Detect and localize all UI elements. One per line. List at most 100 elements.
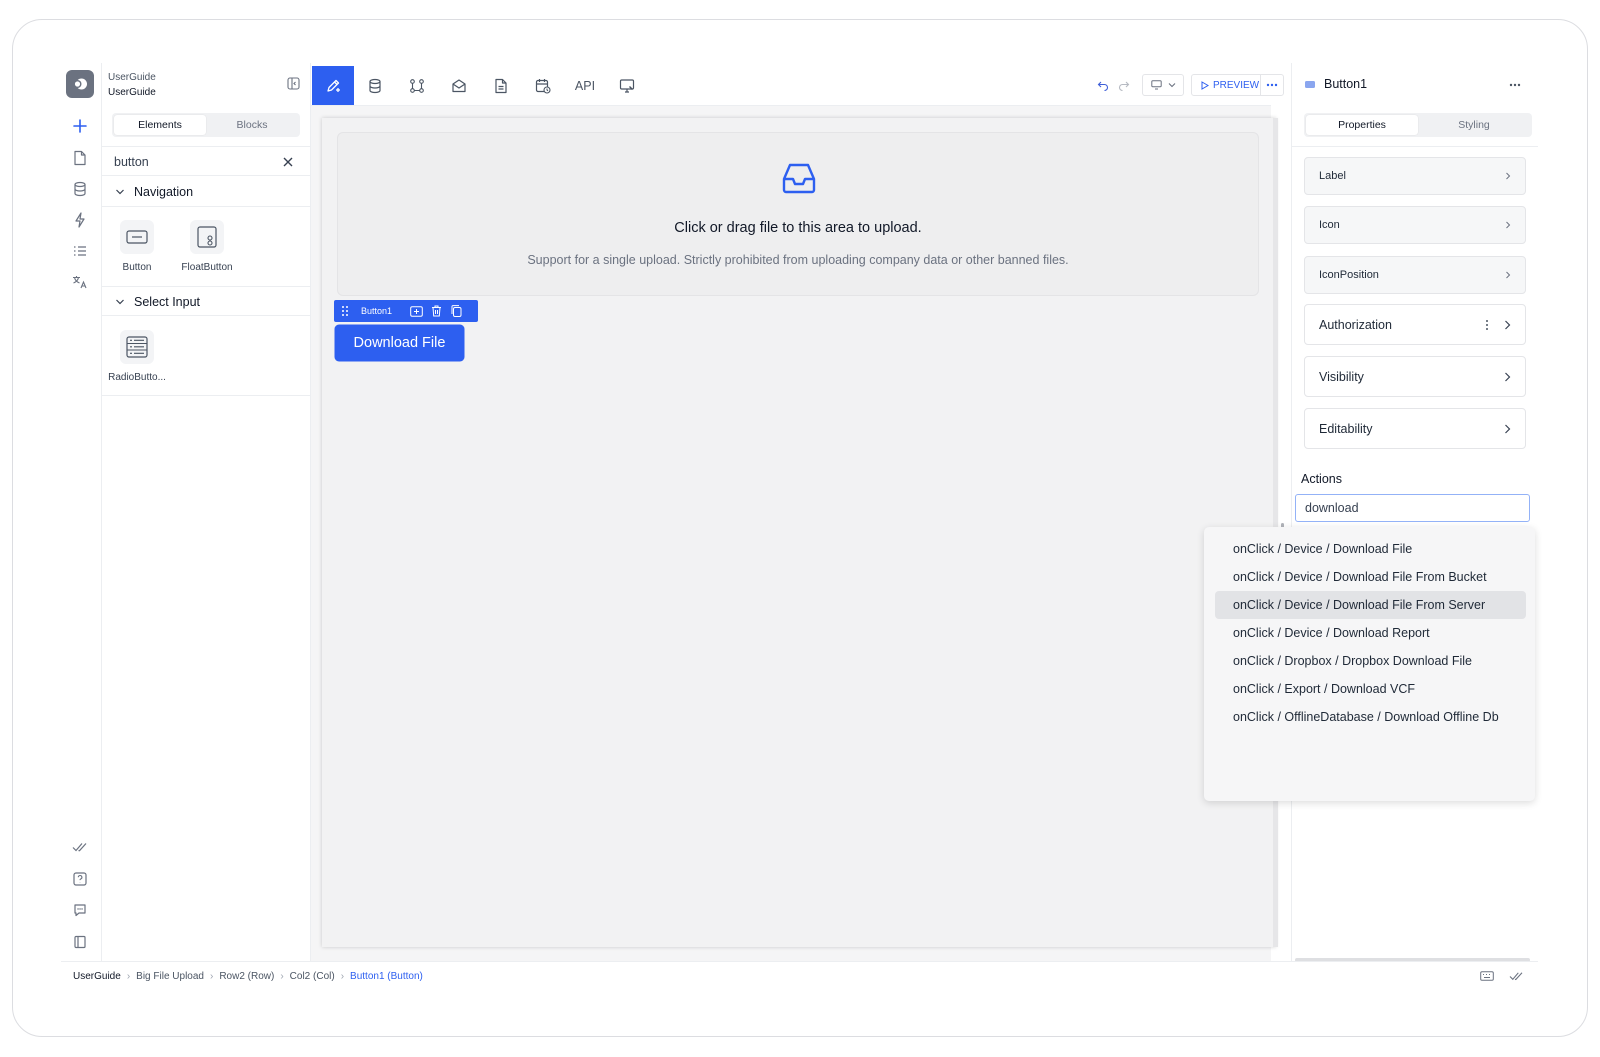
tab-elements[interactable]: Elements	[114, 115, 206, 135]
action-option[interactable]: onClick / Device / Download Report	[1215, 619, 1526, 647]
page-icon[interactable]	[70, 148, 90, 168]
check-all-icon[interactable]	[70, 837, 90, 857]
actions-search[interactable]	[1295, 494, 1530, 522]
help-icon[interactable]	[70, 869, 90, 889]
database-icon[interactable]	[70, 179, 90, 199]
chevron-right-icon: ›	[209, 971, 214, 982]
document-tool[interactable]	[480, 66, 522, 105]
action-option[interactable]: onClick / Device / Download File From Bu…	[1215, 563, 1526, 591]
prop-label[interactable]: Label	[1304, 157, 1526, 195]
comment-icon[interactable]	[70, 900, 90, 920]
redo-icon[interactable]	[1118, 79, 1130, 91]
undo-icon[interactable]	[1097, 79, 1109, 91]
book-icon[interactable]	[70, 932, 90, 952]
action-option[interactable]: onClick / Device / Download File	[1215, 535, 1526, 563]
prop-label-text: Visibility	[1319, 369, 1364, 384]
chevron-down-icon	[1168, 83, 1175, 88]
file-upload-dropzone[interactable]: Click or drag file to this area to uploa…	[337, 132, 1259, 296]
prop-editability[interactable]: Editability	[1304, 408, 1526, 449]
breadcrumb-item[interactable]: Big File Upload	[136, 971, 204, 982]
breadcrumb-item[interactable]: Col2 (Col)	[290, 971, 335, 982]
project-name: UserGuide UserGuide	[108, 70, 156, 100]
delete-icon[interactable]	[431, 305, 442, 317]
more-icon[interactable]	[1509, 83, 1521, 87]
prop-authorization[interactable]: Authorization	[1304, 304, 1526, 345]
radiobutton-component-icon	[120, 330, 154, 364]
tab-blocks[interactable]: Blocks	[206, 115, 298, 135]
section-navigation[interactable]: Navigation	[102, 177, 311, 207]
collapse-panel-icon[interactable]	[287, 77, 300, 90]
prop-label-text: Editability	[1319, 421, 1373, 436]
elements-blocks-tabs: Elements Blocks	[112, 113, 300, 137]
component-radiobutton[interactable]: RadioButto...	[102, 330, 172, 383]
selection-toolbar: Button1	[334, 300, 478, 322]
divider	[102, 395, 311, 396]
section-title: Navigation	[134, 185, 194, 199]
action-option[interactable]: onClick / OfflineDatabase / Download Off…	[1215, 703, 1526, 731]
prop-icon[interactable]: Icon	[1304, 206, 1526, 244]
section-select-input[interactable]: Select Input	[102, 286, 311, 316]
tab-properties[interactable]: Properties	[1306, 115, 1418, 135]
download-file-button[interactable]: Download File	[336, 326, 463, 360]
component-label: FloatButton	[181, 262, 233, 273]
check-all-icon[interactable]	[1509, 971, 1524, 981]
api-tool[interactable]: API	[564, 66, 606, 105]
chevron-down-icon	[115, 187, 125, 197]
properties-styling-tabs: Properties Styling	[1304, 113, 1532, 137]
translate-icon[interactable]	[70, 272, 90, 292]
action-option[interactable]: onClick / Export / Download VCF	[1215, 675, 1526, 703]
element-search[interactable]: button	[102, 146, 311, 176]
chevron-right-icon: ›	[340, 971, 345, 982]
prop-label-text: IconPosition	[1319, 269, 1379, 281]
breadcrumb-item[interactable]: Row2 (Row)	[219, 971, 274, 982]
lightning-icon[interactable]	[70, 210, 90, 230]
chevron-right-icon	[1504, 424, 1511, 434]
prop-visibility[interactable]: Visibility	[1304, 356, 1526, 397]
screen-tool[interactable]	[606, 66, 648, 105]
chevron-down-icon	[115, 297, 125, 307]
add-icon[interactable]	[70, 116, 90, 136]
footer-divider	[61, 961, 1538, 962]
action-option[interactable]: onClick / Dropbox / Dropbox Download Fil…	[1215, 647, 1526, 675]
component-label: Button	[122, 262, 152, 273]
floatbutton-component-icon	[190, 220, 224, 254]
keyboard-icon[interactable]	[1480, 971, 1494, 981]
actions-label: Actions	[1301, 472, 1342, 486]
action-option-highlighted[interactable]: onClick / Device / Download File From Se…	[1215, 591, 1526, 619]
prop-iconposition[interactable]: IconPosition	[1304, 256, 1526, 294]
datasource-tool[interactable]	[354, 66, 396, 105]
chevron-right-icon	[1505, 172, 1511, 180]
clear-search-icon[interactable]	[282, 156, 294, 168]
prop-label-text: Icon	[1319, 219, 1340, 231]
prop-label-text: Label	[1319, 170, 1346, 182]
component-button[interactable]: Button	[102, 220, 172, 273]
breadcrumb-item[interactable]: UserGuide	[73, 971, 121, 982]
actions-search-input[interactable]	[1296, 495, 1529, 521]
copy-icon[interactable]	[451, 305, 462, 317]
inbox-icon	[781, 161, 817, 195]
preview-label: PREVIEW	[1213, 79, 1260, 91]
project-name-line1: UserGuide	[108, 72, 156, 83]
tab-styling[interactable]: Styling	[1418, 115, 1530, 135]
element-search-input[interactable]: button	[114, 155, 149, 169]
breadcrumb-current[interactable]: Button1 (Button)	[350, 971, 423, 982]
kebab-icon[interactable]	[1485, 319, 1489, 331]
design-tool[interactable]	[312, 66, 354, 105]
list-icon[interactable]	[70, 241, 90, 261]
device-select[interactable]	[1142, 74, 1184, 96]
more-icon	[1266, 83, 1278, 87]
upload-hint: Support for a single upload. Strictly pr…	[527, 253, 1069, 267]
wrap-icon[interactable]	[410, 305, 423, 317]
component-floatbutton[interactable]: FloatButton	[172, 220, 242, 273]
divider	[1291, 146, 1538, 147]
mail-tool[interactable]	[438, 66, 480, 105]
chevron-right-icon	[1504, 372, 1511, 382]
chevron-right-icon: ›	[126, 971, 131, 982]
preview-button[interactable]: PREVIEW	[1191, 74, 1284, 96]
chevron-right-icon	[1505, 271, 1511, 279]
scheduler-tool[interactable]	[522, 66, 564, 105]
app-logo	[66, 70, 94, 98]
play-icon	[1201, 80, 1209, 90]
workflow-tool[interactable]	[396, 66, 438, 105]
project-name-line2: UserGuide	[108, 87, 156, 98]
